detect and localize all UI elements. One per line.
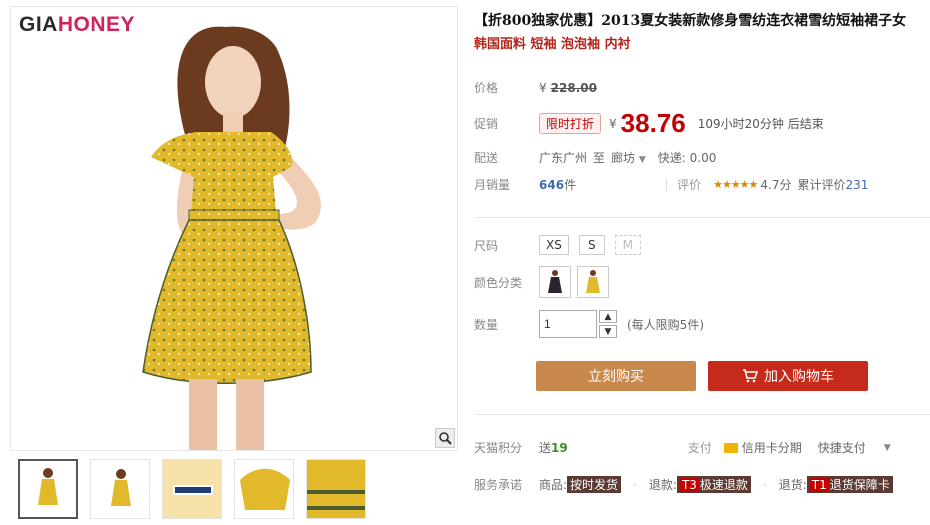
rating-stars-icon: ★★★★★ — [713, 178, 758, 191]
add-to-cart-button[interactable]: 加入购物车 — [708, 361, 868, 391]
shipping-row: 配送 广东广州 至 廊坊 ▼ 快递: 0.00 — [474, 149, 716, 166]
goods-tag[interactable]: 按时发货 — [567, 476, 622, 493]
price-label: 价格 — [474, 81, 499, 95]
total-reviews-label: 累计评价 — [797, 178, 846, 192]
size-option-s[interactable]: S — [578, 235, 605, 255]
buy-now-button[interactable]: 立刻购买 — [536, 361, 696, 391]
return-tag-text: 退货保障卡 — [829, 478, 890, 492]
zoom-icon[interactable] — [435, 428, 455, 448]
credit-card-icon — [723, 442, 738, 453]
pay-label: 支付 — [687, 441, 712, 455]
dot-separator: · — [633, 477, 637, 492]
refund-tag-text: 极速退款 — [699, 478, 748, 492]
goods-label: 商品: — [539, 478, 568, 492]
refund-code: T3 — [679, 478, 699, 492]
product-gallery: GIAHONEY — [10, 6, 458, 521]
return-label: 退货: — [778, 478, 807, 492]
points-send: 送 — [539, 441, 552, 455]
size-row: 尺码 XS S M — [474, 235, 651, 255]
quantity-increase-button[interactable]: ▲ — [599, 310, 617, 323]
color-option-yellow[interactable] — [577, 266, 609, 298]
ship-destination-select[interactable]: 廊坊 ▼ — [611, 149, 646, 166]
quantity-limit: (每人限购5件) — [627, 317, 704, 332]
size-label: 尺码 — [474, 238, 499, 253]
quantity-label: 数量 — [474, 317, 499, 332]
thumbnail-strip — [18, 459, 366, 519]
thumbnail-2[interactable] — [90, 459, 150, 519]
ship-destination: 廊坊 — [611, 151, 636, 165]
divider-line — [474, 217, 930, 218]
points-value: 19 — [551, 440, 568, 455]
model-dress-illustration — [142, 26, 322, 450]
service-row: 服务承诺 商品: 按时发货 · 退款: T3 极速退款 · 退货: T1 退货保障卡 — [474, 476, 893, 493]
chevron-down-icon: ▼ — [638, 155, 646, 165]
thumbnail-1[interactable] — [18, 459, 78, 519]
currency-symbol: ¥ — [539, 80, 547, 95]
divider-line — [474, 414, 930, 415]
promo-currency-symbol: ¥ — [609, 116, 617, 131]
product-title: 【折800独家优惠】2013夏女装新款修身雪纺连衣裙雪纺短袖裙子女 — [474, 13, 907, 29]
color-row: 颜色分类 — [474, 266, 615, 298]
ship-to-word: 至 — [593, 151, 606, 165]
color-label: 颜色分类 — [474, 275, 523, 290]
product-subtitle: 韩国面料 短袖 泡泡袖 内衬 — [474, 37, 631, 52]
total-reviews-count: 231 — [845, 178, 869, 192]
buy-now-label: 立刻购买 — [588, 369, 644, 385]
points-label: 天猫积分 — [474, 441, 523, 455]
ship-from: 广东广州 — [539, 151, 588, 165]
chevron-down-icon[interactable]: ▼ — [884, 443, 891, 453]
action-buttons: 立刻购买 加入购物车 — [536, 361, 868, 391]
sales-row: 月销量 646 件 评价 ★★★★★ 4.7分 累计评价231 — [474, 176, 868, 193]
credit-installment[interactable]: 信用卡分期 — [742, 439, 802, 456]
quantity-row: 数量 ▲ ▼ (每人限购5件) — [474, 310, 704, 338]
promo-price: 38.76 — [620, 108, 686, 138]
shipping-label: 配送 — [474, 151, 499, 165]
size-option-m[interactable]: M — [614, 235, 641, 255]
thumbnail-3[interactable] — [162, 459, 222, 519]
shipping-fee: 快递: 0.00 — [657, 151, 717, 165]
dot-separator: · — [762, 477, 767, 492]
promo-badge: 限时打折 — [539, 113, 602, 134]
return-tag[interactable]: T1 退货保障卡 — [806, 476, 893, 493]
promo-label: 促销 — [474, 117, 499, 131]
monthly-sales-count: 646 — [539, 177, 565, 192]
add-to-cart-label: 加入购物车 — [764, 369, 834, 385]
quantity-decrease-button[interactable]: ▼ — [599, 325, 617, 338]
main-product-image[interactable]: GIAHONEY — [10, 6, 458, 451]
quantity-input[interactable] — [539, 310, 597, 338]
color-option-black[interactable] — [539, 266, 571, 298]
refund-tag[interactable]: T3 极速退款 — [676, 476, 751, 493]
total-reviews-link[interactable]: 累计评价231 — [798, 176, 869, 193]
monthly-sales-label: 月销量 — [474, 178, 511, 192]
rating-label: 评价 — [677, 178, 702, 192]
product-info-panel: 【折800独家优惠】2013夏女装新款修身雪纺连衣裙雪纺短袖裙子女 韩国面料 短… — [474, 10, 930, 493]
original-price: 228.00 — [550, 80, 597, 95]
rating-score: 4.7分 — [760, 178, 792, 192]
quick-pay[interactable]: 快捷支付 — [818, 439, 866, 456]
thumbnail-5[interactable] — [306, 459, 366, 519]
promo-countdown: 109小时20分钟 后结束 — [697, 117, 824, 131]
thumbnail-4[interactable] — [234, 459, 294, 519]
refund-label: 退款: — [648, 478, 677, 492]
cart-icon — [743, 369, 758, 383]
return-code: T1 — [809, 478, 829, 492]
divider — [666, 178, 668, 191]
monthly-sales-unit: 件 — [564, 178, 577, 192]
service-label: 服务承诺 — [474, 478, 523, 492]
promo-row: 促销 限时打折 ¥ 38.76 109小时20分钟 后结束 — [474, 108, 824, 139]
price-row: 价格 ¥ 228.00 — [474, 79, 597, 96]
points-row: 天猫积分 送 19 支付 信用卡分期 快捷支付 ▼ — [474, 439, 891, 456]
quantity-stepper: ▲ ▼ — [599, 310, 617, 338]
size-option-xs[interactable]: XS — [539, 235, 569, 255]
